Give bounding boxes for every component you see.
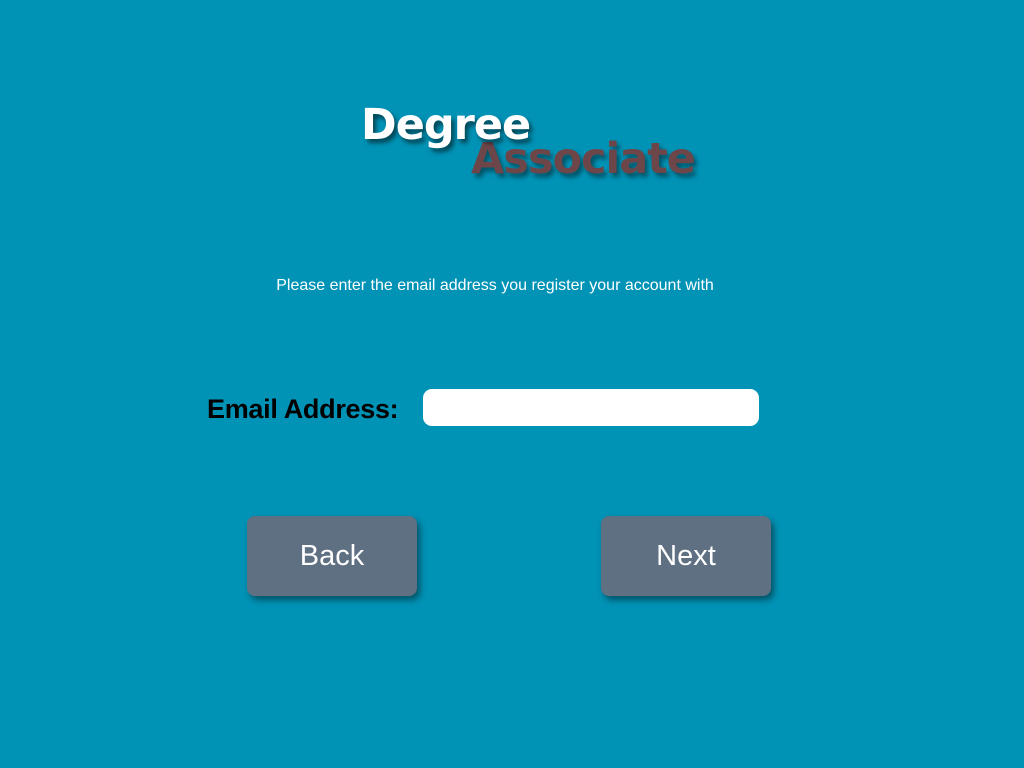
app-logo: Degree Associate <box>0 0 1024 200</box>
back-button[interactable]: Back <box>247 516 417 596</box>
logo-word-degree: Degree <box>361 100 531 150</box>
email-input[interactable] <box>423 389 759 426</box>
next-button[interactable]: Next <box>601 516 771 596</box>
instruction-text: Please enter the email address you regis… <box>276 277 714 294</box>
email-label: Email Address: <box>207 394 399 424</box>
